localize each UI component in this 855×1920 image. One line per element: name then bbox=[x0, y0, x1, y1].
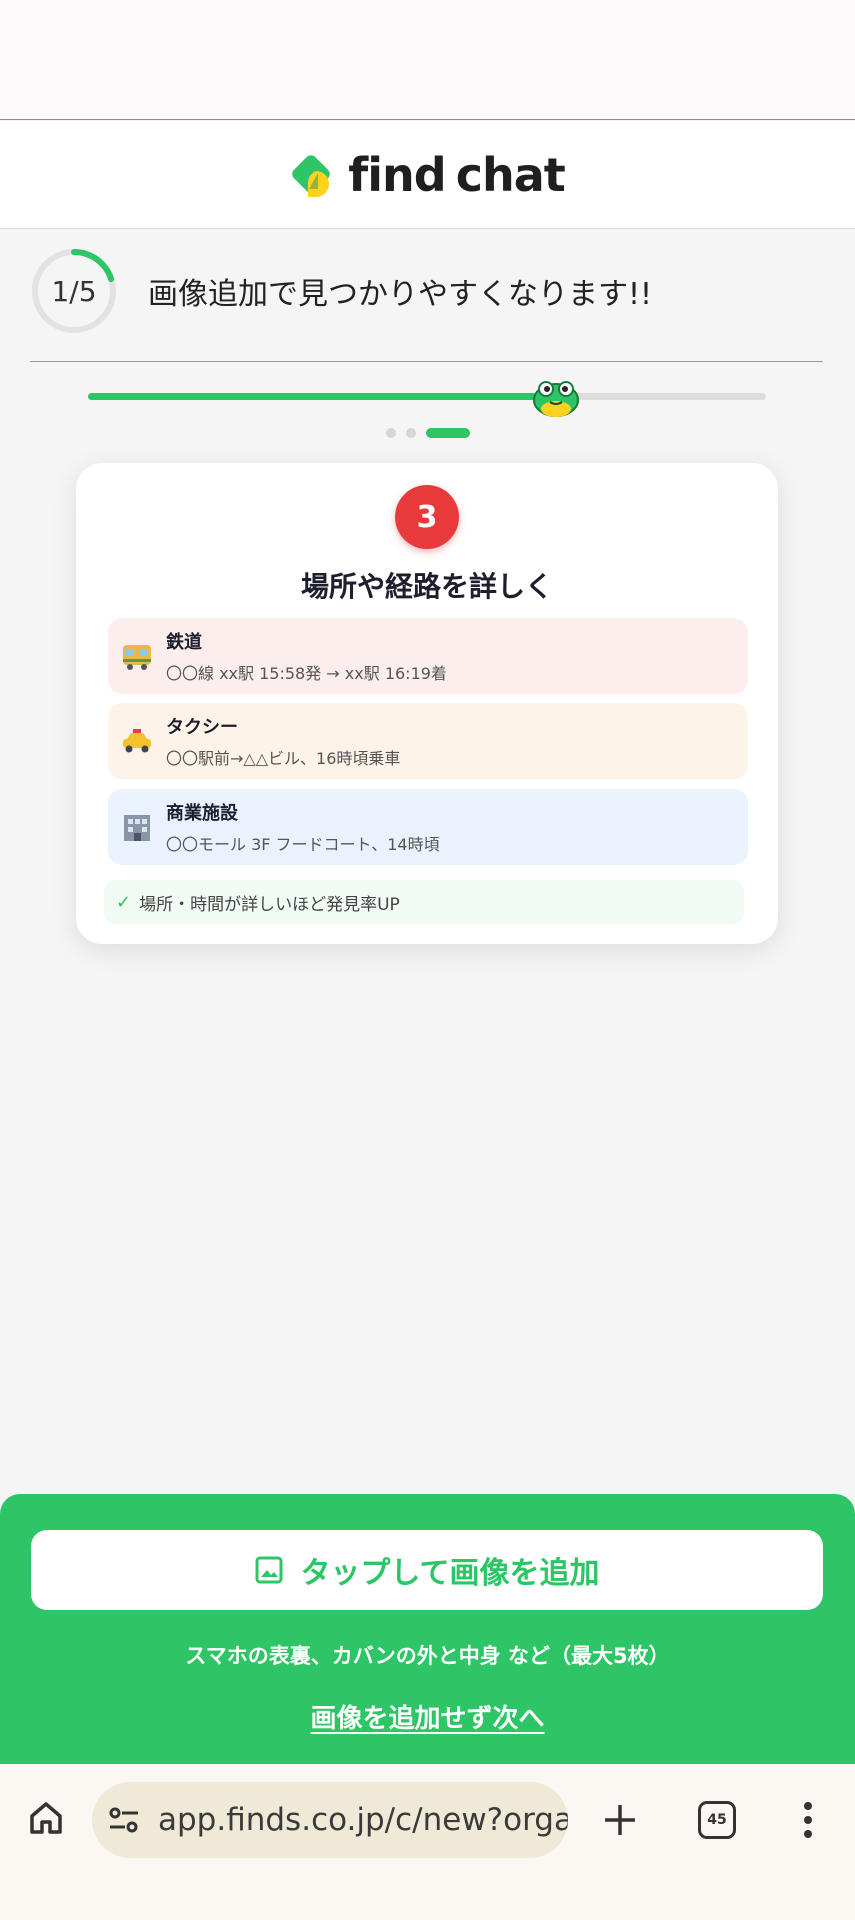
tip-banner: ✓ 場所・時間が詳しいほど発見率UP bbox=[104, 880, 744, 924]
browser-toolbar: app.finds.co.jp/c/new?orga 45 bbox=[0, 1764, 855, 1920]
page-dot-active bbox=[425, 428, 470, 438]
example-item-taxi: タクシー 〇〇駅前→△△ビル、16時頃乗車 bbox=[108, 703, 748, 779]
findchat-logo[interactable]: find chat bbox=[290, 147, 566, 202]
url-text: app.finds.co.jp/c/new?orga bbox=[158, 1802, 568, 1838]
progress-slider-track bbox=[88, 393, 766, 400]
home-icon[interactable] bbox=[26, 1798, 66, 1838]
item-name: タクシー bbox=[166, 717, 238, 738]
divider bbox=[30, 361, 823, 362]
item-desc: 〇〇駅前→△△ビル、16時頃乗車 bbox=[166, 749, 401, 768]
step-number-badge: 3 bbox=[395, 485, 459, 549]
skip-image-link[interactable]: 画像を追加せず次へ bbox=[0, 1698, 855, 1735]
step-indicator-row: 1/5 画像追加で見つかりやすくなります!! bbox=[30, 246, 830, 336]
progress-slider-fill bbox=[88, 393, 556, 400]
item-desc: 〇〇モール 3F フードコート、14時頃 bbox=[166, 835, 440, 854]
building-icon bbox=[108, 811, 166, 843]
app-header: find chat bbox=[0, 121, 855, 229]
bottom-action-panel: タップして画像を追加 スマホの表裏、カバンの外と中身 など（最大5枚） 画像を追… bbox=[0, 1494, 855, 1764]
train-icon bbox=[108, 641, 166, 671]
step-progress-ring: 1/5 bbox=[30, 247, 118, 335]
step-count: 1/5 bbox=[51, 274, 97, 308]
add-image-button[interactable]: タップして画像を追加 bbox=[31, 1530, 823, 1610]
item-name: 商業施設 bbox=[166, 803, 238, 824]
page-dot bbox=[405, 428, 416, 438]
image-icon bbox=[255, 1556, 283, 1584]
logo-mark-icon bbox=[290, 149, 342, 201]
frog-mascot-icon bbox=[532, 376, 580, 418]
page-dot bbox=[385, 428, 396, 438]
address-bar[interactable]: app.finds.co.jp/c/new?orga bbox=[92, 1782, 568, 1858]
new-tab-plus-icon[interactable] bbox=[600, 1800, 640, 1840]
item-name: 鉄道 bbox=[166, 632, 202, 653]
check-icon: ✓ bbox=[116, 891, 132, 913]
add-image-label: タップして画像を追加 bbox=[300, 1556, 600, 1591]
taxi-icon bbox=[108, 727, 166, 755]
step-title: 画像追加で見つかりやすくなります!! bbox=[148, 277, 653, 312]
guide-card: 3 場所や経路を詳しく 鉄道 〇〇線 xx駅 15:58発 → xx駅 16:1… bbox=[76, 463, 778, 944]
add-image-hint: スマホの表裏、カバンの外と中身 など（最大5枚） bbox=[185, 1644, 670, 1668]
status-bar-area bbox=[0, 0, 855, 120]
example-item-commercial-facility: 商業施設 〇〇モール 3F フードコート、14時頃 bbox=[108, 789, 748, 865]
page-dots bbox=[0, 428, 855, 438]
example-item-railway: 鉄道 〇〇線 xx駅 15:58発 → xx駅 16:19着 bbox=[108, 618, 748, 694]
card-title: 場所や経路を詳しく bbox=[300, 570, 553, 603]
more-menu-icon[interactable] bbox=[800, 1798, 816, 1842]
logo-text: find chat bbox=[348, 147, 566, 202]
tab-switcher-button[interactable]: 45 bbox=[698, 1801, 736, 1839]
tip-text: 場所・時間が詳しいほど発見率UP bbox=[139, 894, 400, 915]
site-settings-icon[interactable] bbox=[106, 1805, 142, 1835]
item-desc: 〇〇線 xx駅 15:58発 → xx駅 16:19着 bbox=[166, 664, 447, 683]
